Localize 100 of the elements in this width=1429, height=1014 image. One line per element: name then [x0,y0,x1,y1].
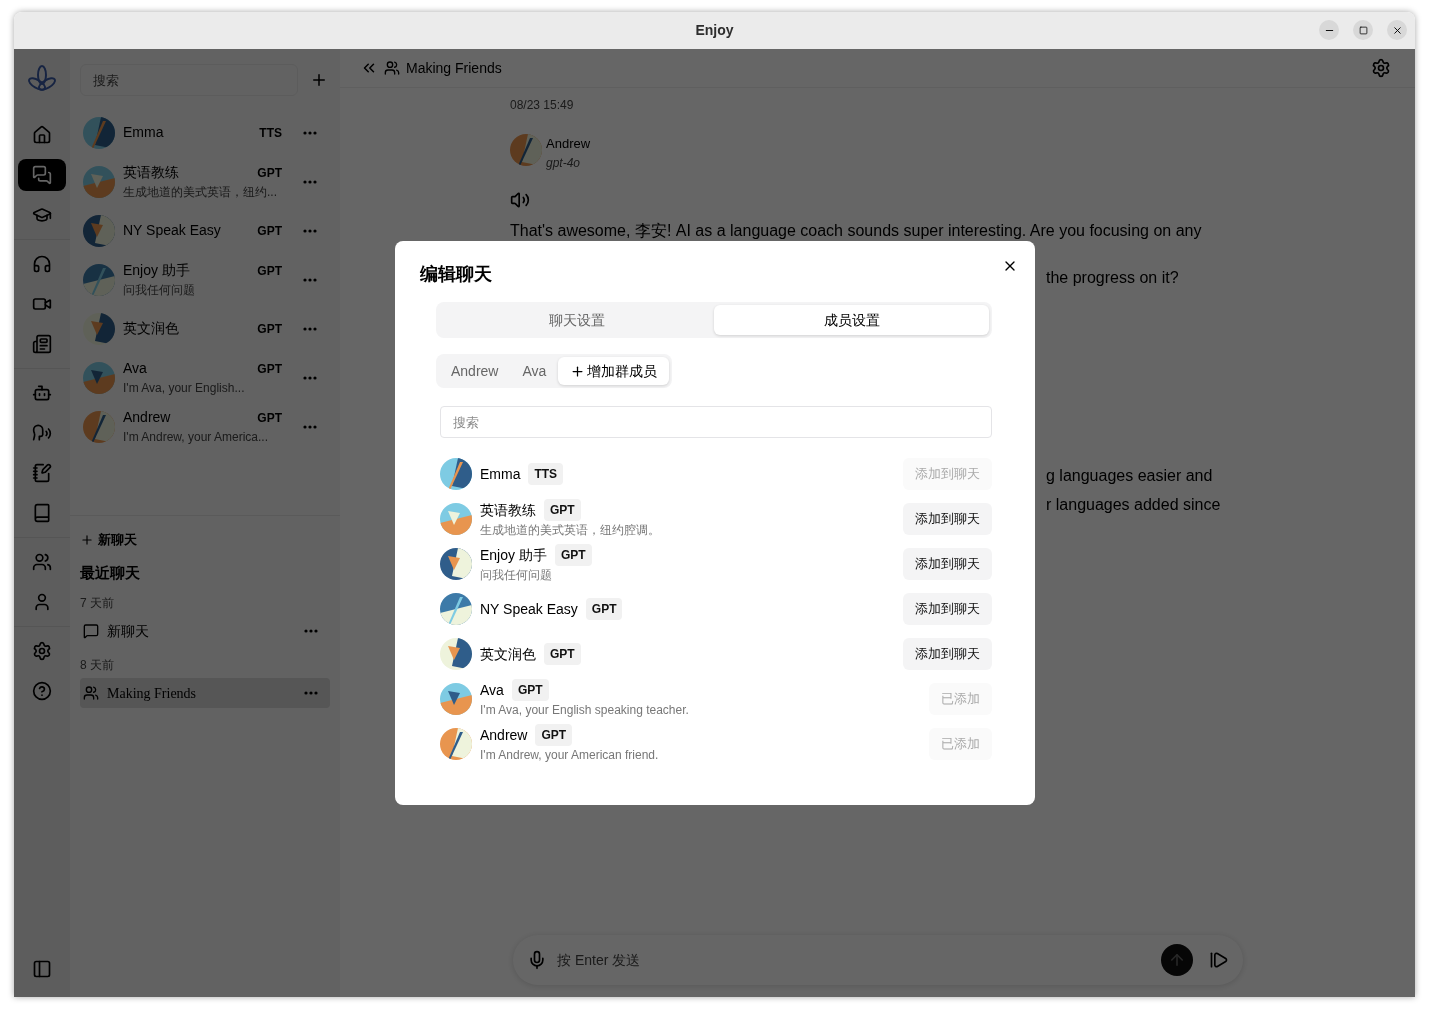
sidebar-panel-icon [32,959,52,979]
message-text: That's awesome, 李安! AI as a language coach sounds super interesting. Are you focusing on any [510,220,1203,241]
robot-icon [32,383,52,403]
chat-item[interactable]: Making Friends [80,678,330,708]
agent-name: Andrew [480,725,528,745]
ellipsis-icon [303,326,317,331]
agent-name: 英语教练 [123,163,179,182]
agent-name: 英文润色 [480,644,536,664]
avatar-drawing [440,728,472,760]
notebook-pen-icon [32,463,52,483]
tab[interactable]: 成员设置 [714,305,989,335]
agent-description: I'm Ava, your English... [123,380,246,397]
avatar-drawing [83,116,115,149]
avatar-drawing [83,214,115,247]
model-label: GPT [257,262,282,280]
user-icon [32,592,52,612]
avatar-drawing [440,593,472,625]
add-to-chat-button[interactable]: 添加到聊天 [903,548,992,580]
book-icon [32,503,52,523]
avatar-drawing [83,410,115,443]
maximize-button[interactable] [1353,20,1373,40]
nav-button[interactable] [18,159,66,191]
model-badge: GPT [544,499,581,521]
plus-icon [80,532,94,547]
model-label: GPT [257,409,282,427]
message-text: r languages added since [1046,494,1222,515]
avatar-drawing [83,312,115,345]
add-to-chat-button[interactable]: 添加到聊天 [903,503,992,535]
add-to-chat-button[interactable]: 添加到聊天 [903,593,992,625]
agent-name: Ava [123,359,147,378]
send-button[interactable] [1161,944,1193,976]
chat-item[interactable]: 新聊天 [80,616,330,646]
speaking-head-icon [32,423,52,443]
ellipsis-icon [303,179,317,184]
close-button[interactable] [1387,20,1407,40]
chat-bubble-icon [83,623,99,639]
agent-description: I'm Ava, your English speaking teacher. [480,702,690,719]
avatar-drawing [440,458,472,490]
agent-description: 问我任何问题 [123,282,196,299]
agent-name: 英文润色 [123,319,179,338]
users-icon [83,685,99,701]
member-tab[interactable]: Andrew [439,357,511,385]
model-label: GPT [257,164,282,182]
member-tab[interactable]: 增加群成员 [558,357,670,385]
ellipsis-icon [304,629,318,633]
play-skip-icon[interactable] [1209,950,1229,970]
ellipsis-icon [303,130,317,135]
message-timestamp: 08/23 15:49 [510,97,574,114]
search-field[interactable]: 搜索 [80,64,298,96]
dialog-title: 编辑聊天 [420,263,493,286]
agent-description: I'm Andrew, your America... [123,429,269,446]
home-icon [32,125,52,145]
agent-name: Ava [480,680,504,700]
avatar-drawing [440,548,472,580]
agent-description: I'm Andrew, your American friend. [480,747,660,764]
plus-icon [310,71,328,89]
agent-description: 生成地道的美式英语，纽约腔调。 [480,522,661,539]
model-label: GPT [257,222,282,240]
section-title: 最近聊天 [80,562,141,583]
avatar-drawing [83,263,115,296]
search-field[interactable]: 搜索 [440,406,992,438]
speaker-icon[interactable] [510,189,530,210]
author-name: Andrew [546,135,591,153]
headphones-icon [32,254,52,274]
model-label: GPT [257,360,282,378]
avatar-drawing [440,503,472,535]
newspaper-icon [32,334,52,354]
chat-bubbles-icon [32,165,52,185]
ellipsis-icon [303,228,317,233]
tab[interactable]: 聊天设置 [439,305,714,335]
agent-name: Andrew [123,408,171,427]
new-chat-button[interactable]: 新聊天 [80,530,137,550]
agent-name: 英语教练 [480,500,536,520]
agent-name: NY Speak Easy [123,221,221,240]
agent-name: Enjoy 助手 [123,261,190,280]
message-input[interactable]: 按 Enter 发送 [557,949,1151,971]
avatar-drawing [440,683,472,715]
window-title: Enjoy [695,21,734,40]
message-text: g languages easier and [1046,465,1214,486]
model-badge: GPT [554,544,592,566]
date-label: 8 天前 [80,657,115,674]
settings-icon [32,641,52,661]
agent-name: NY Speak Easy [480,599,578,619]
date-label: 7 天前 [80,595,115,612]
model-label: TTS [259,124,282,142]
add-to-chat-button[interactable]: 添加到聊天 [903,638,992,670]
microphone-icon[interactable] [527,950,547,970]
member-tab[interactable]: Ava [510,357,559,385]
maximize-icon [1358,25,1368,35]
chat-title: Making Friends [406,58,502,78]
users-icon [32,552,52,572]
settings-icon[interactable] [1371,58,1391,78]
avatar-drawing [510,134,542,166]
model-badge: TTS [528,463,564,485]
model-name: gpt-4o [546,154,582,172]
model-badge: GPT [511,679,549,701]
ellipsis-icon [304,691,318,695]
users-icon [384,60,400,76]
plus-icon [570,363,586,379]
chat-title: Making Friends [107,684,198,703]
